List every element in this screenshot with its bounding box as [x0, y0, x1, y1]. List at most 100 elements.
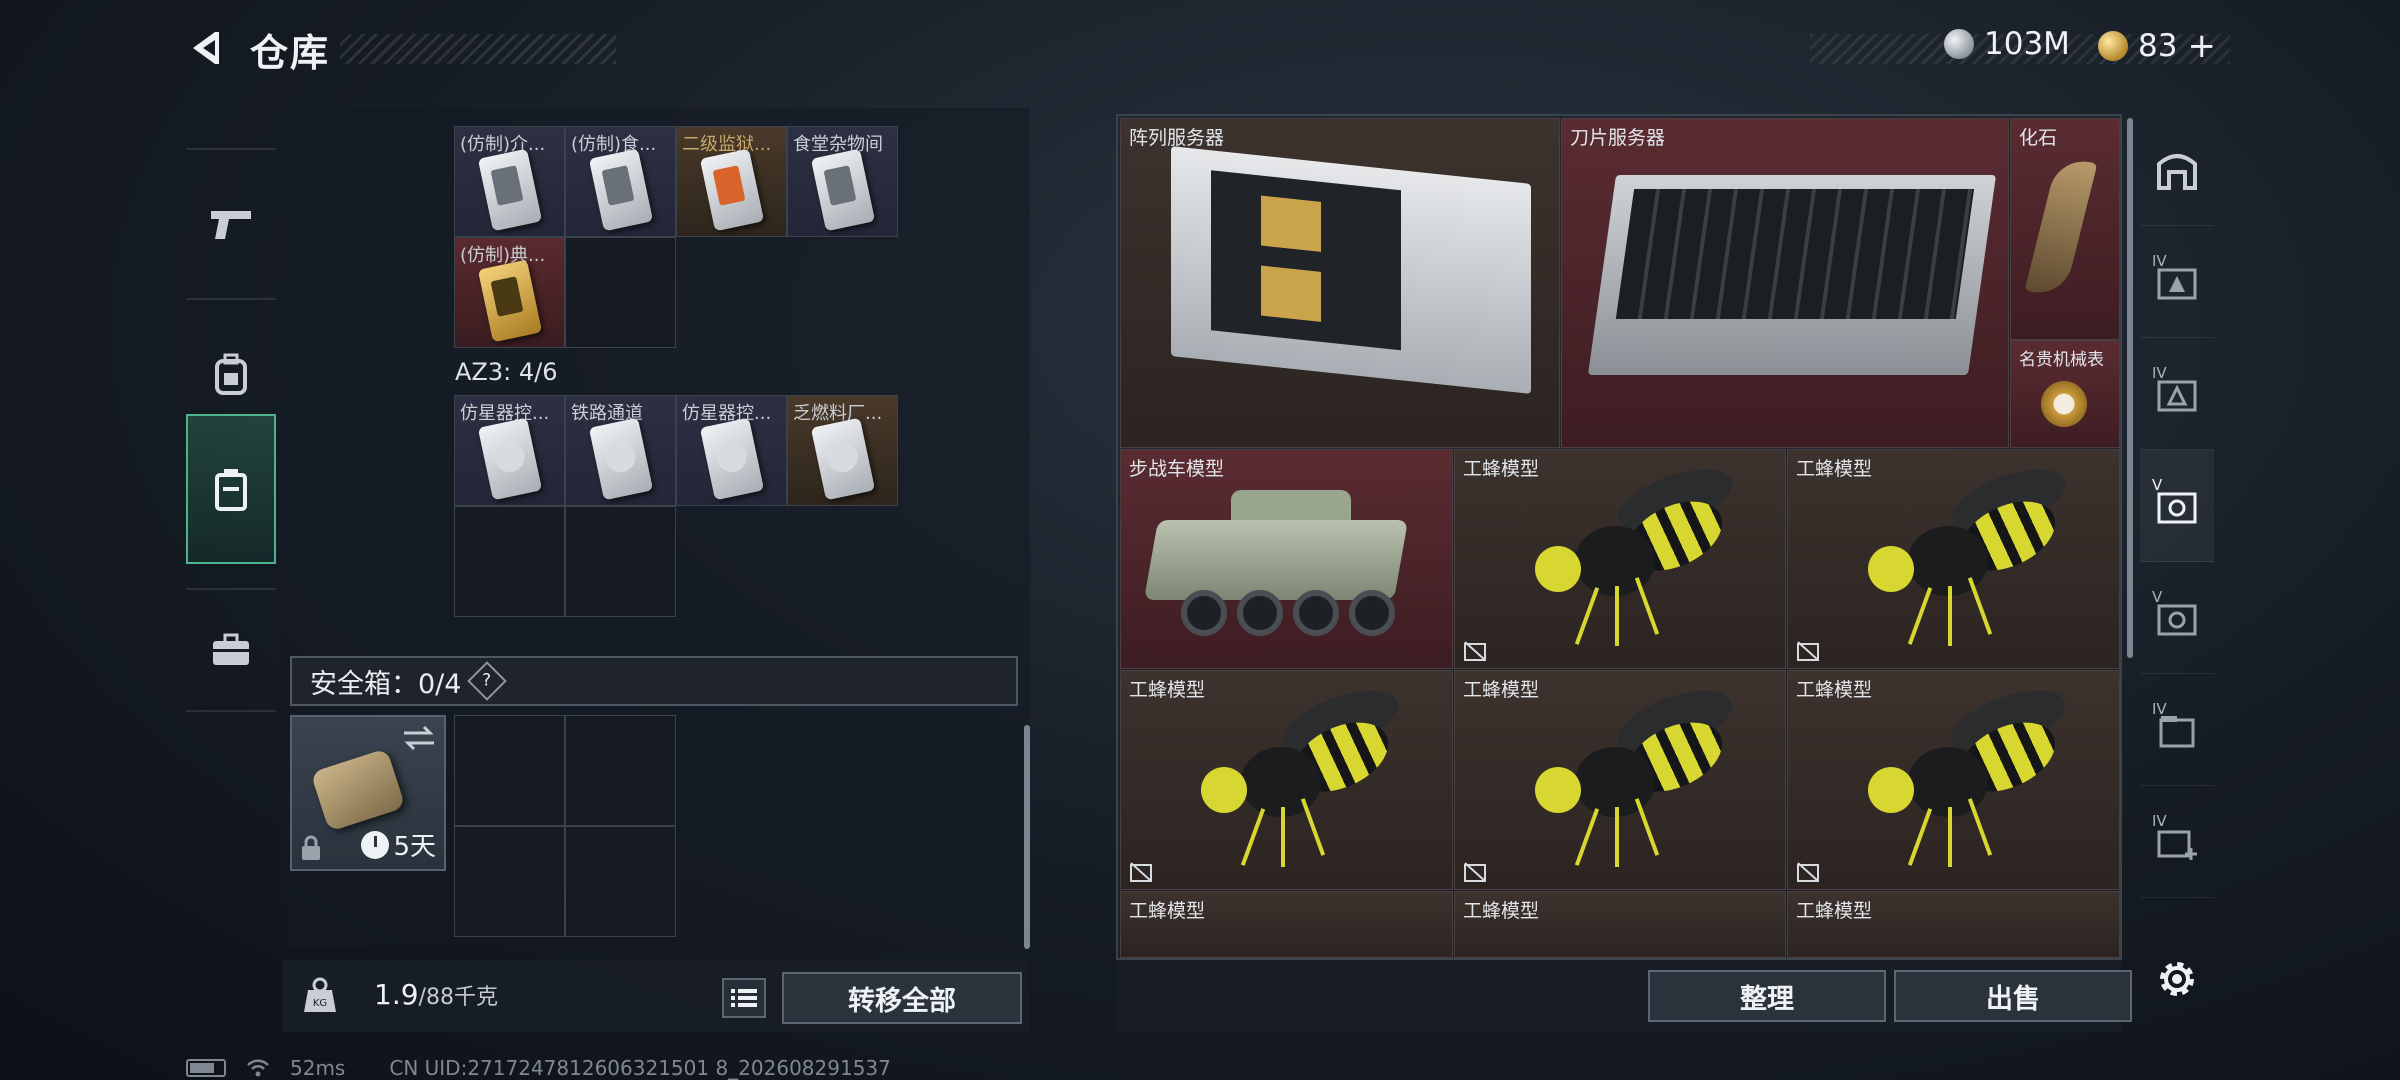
container-grid-1: (仿制)介... (仿制)食... 二级监狱... 食堂杂物间 (仿制)典...: [454, 126, 898, 348]
item-label: 工蜂模型: [1796, 900, 1873, 922]
empty-slot[interactable]: [454, 826, 565, 937]
keycard-icon: [588, 148, 654, 232]
wasp-model-icon: [1505, 677, 1740, 877]
wifi-icon: [247, 1059, 269, 1077]
stash-item[interactable]: 工蜂模型: [1454, 891, 1786, 958]
wasp-model-icon: [1505, 456, 1740, 656]
tab-stash-home[interactable]: [2140, 114, 2214, 226]
wasp-model-icon: [1838, 677, 2073, 877]
empty-slot[interactable]: [565, 506, 676, 617]
safe-box-grid: [454, 715, 676, 937]
wasp-model-icon: [1838, 456, 2073, 656]
status-bar: 52ms CN UID:2717247812606321501 8_202608…: [186, 1056, 891, 1080]
stash-item[interactable]: 阵列服务器: [1120, 118, 1560, 448]
gold-coin-icon: [2098, 31, 2128, 61]
back-button[interactable]: [180, 24, 230, 72]
weight-icon: KG: [304, 977, 336, 1012]
inventory-item[interactable]: 铁路通道: [565, 395, 676, 506]
inventory-scrollbar[interactable]: [1024, 725, 1030, 949]
item-label: 工蜂模型: [1463, 900, 1540, 922]
inventory-item[interactable]: 仿星器控...: [454, 395, 565, 506]
no-insurance-icon: [1797, 641, 1819, 661]
fossil-claw-icon: [2024, 154, 2098, 300]
sort-button[interactable]: 整理: [1648, 970, 1886, 1022]
tab-stash-4c[interactable]: IV: [2140, 674, 2214, 786]
safe-box-duration: 5天: [361, 826, 436, 863]
silver-coin-icon: [1944, 29, 1974, 59]
container-icon: [215, 469, 247, 511]
stash-panel: 阵列服务器 刀片服务器 化石 名贵机械表 步战车模型 工蜂模型 工蜂模型 工蜂模…: [1116, 114, 2122, 960]
watch-icon: [2041, 381, 2087, 427]
stash-item[interactable]: 名贵机械表: [2010, 340, 2120, 448]
left-category-tabs: [186, 108, 276, 712]
no-insurance-icon: [1797, 862, 1819, 882]
empty-slot[interactable]: [565, 237, 676, 348]
tab-stash-5[interactable]: V: [2140, 450, 2214, 562]
stash-scrollbar[interactable]: [2127, 118, 2133, 658]
sell-button[interactable]: 出售: [1894, 970, 2132, 1022]
no-insurance-icon: [1464, 641, 1486, 661]
tab-stash-add[interactable]: IV: [2140, 786, 2214, 898]
wasp-model-icon: [1171, 677, 1406, 877]
stash-item[interactable]: 工蜂模型: [1120, 670, 1453, 890]
current-weight: 1.9: [374, 978, 419, 1011]
tab-container[interactable]: [186, 414, 276, 564]
item-label: 工蜂模型: [1129, 900, 1206, 922]
tab-badge: V: [2152, 588, 2163, 606]
help-button[interactable]: ?: [467, 661, 508, 701]
inventory-item[interactable]: 仿星器控...: [676, 395, 787, 506]
clock-icon: [361, 830, 390, 859]
safe-box-header: 安全箱：0/4 ?: [290, 656, 1018, 706]
help-icon: ?: [482, 671, 492, 691]
inventory-item[interactable]: 食堂杂物间: [787, 126, 898, 237]
briefcase-icon: [213, 633, 249, 665]
empty-slot[interactable]: [565, 715, 676, 826]
apc-model-icon: [1143, 490, 1409, 650]
stash-item[interactable]: 工蜂模型: [1787, 670, 2120, 890]
container-grid-2: 仿星器控... 铁路通道 仿星器控... 乏燃料厂...: [454, 395, 898, 617]
tab-badge: IV: [2152, 252, 2167, 270]
inventory-item[interactable]: 乏燃料厂...: [787, 395, 898, 506]
title-decoration: [340, 34, 616, 64]
weight-bar: KG 1.9/88千克 转移全部: [282, 960, 1030, 1032]
stash-item[interactable]: 化石: [2010, 118, 2120, 340]
stash-item[interactable]: 工蜂模型: [1787, 891, 2120, 958]
stash-item[interactable]: 步战车模型: [1120, 449, 1453, 669]
lock-icon: [302, 835, 320, 860]
swap-icon[interactable]: [402, 725, 436, 751]
stash-item[interactable]: 刀片服务器: [1561, 118, 2009, 448]
empty-slot[interactable]: [565, 826, 676, 937]
inventory-item[interactable]: (仿制)介...: [454, 126, 565, 237]
page-title: 仓库: [250, 31, 331, 75]
inventory-item[interactable]: (仿制)食...: [565, 126, 676, 237]
container-capacity-label: AZ3: 4/6: [455, 358, 558, 386]
item-label: 名贵机械表: [2019, 350, 2104, 370]
settings-gear-icon[interactable]: [2152, 954, 2202, 1004]
array-server-icon: [1171, 146, 1531, 394]
stash-item[interactable]: 工蜂模型: [1120, 891, 1453, 958]
tab-badge: IV: [2152, 364, 2167, 382]
tab-stash-5b[interactable]: V: [2140, 562, 2214, 674]
svg-text:KG: KG: [313, 998, 327, 1009]
gold-currency[interactable]: 83 +: [2098, 26, 2216, 66]
stash-item[interactable]: 工蜂模型: [1454, 670, 1786, 890]
silver-amount: 103M: [1984, 26, 2070, 62]
item-label: 步战车模型: [1129, 458, 1225, 480]
add-currency-button[interactable]: +: [2187, 26, 2216, 66]
keycard-icon: [810, 148, 876, 232]
safe-box-item[interactable]: 5天: [290, 715, 446, 871]
ping-text: 52ms: [290, 1056, 346, 1080]
tab-stash-4[interactable]: IV: [2140, 226, 2214, 338]
inventory-item[interactable]: (仿制)典...: [454, 237, 565, 348]
tab-weapon[interactable]: [186, 148, 276, 298]
transfer-all-button[interactable]: 转移全部: [782, 972, 1022, 1024]
list-view-button[interactable]: [722, 978, 766, 1018]
stash-item[interactable]: 工蜂模型: [1787, 449, 2120, 669]
tab-briefcase[interactable]: [186, 588, 276, 712]
empty-slot[interactable]: [454, 506, 565, 617]
tab-stash-4b[interactable]: IV: [2140, 338, 2214, 450]
empty-slot[interactable]: [454, 715, 565, 826]
tab-badge: IV: [2152, 812, 2167, 830]
inventory-item[interactable]: 二级监狱...: [676, 126, 787, 237]
stash-item[interactable]: 工蜂模型: [1454, 449, 1786, 669]
